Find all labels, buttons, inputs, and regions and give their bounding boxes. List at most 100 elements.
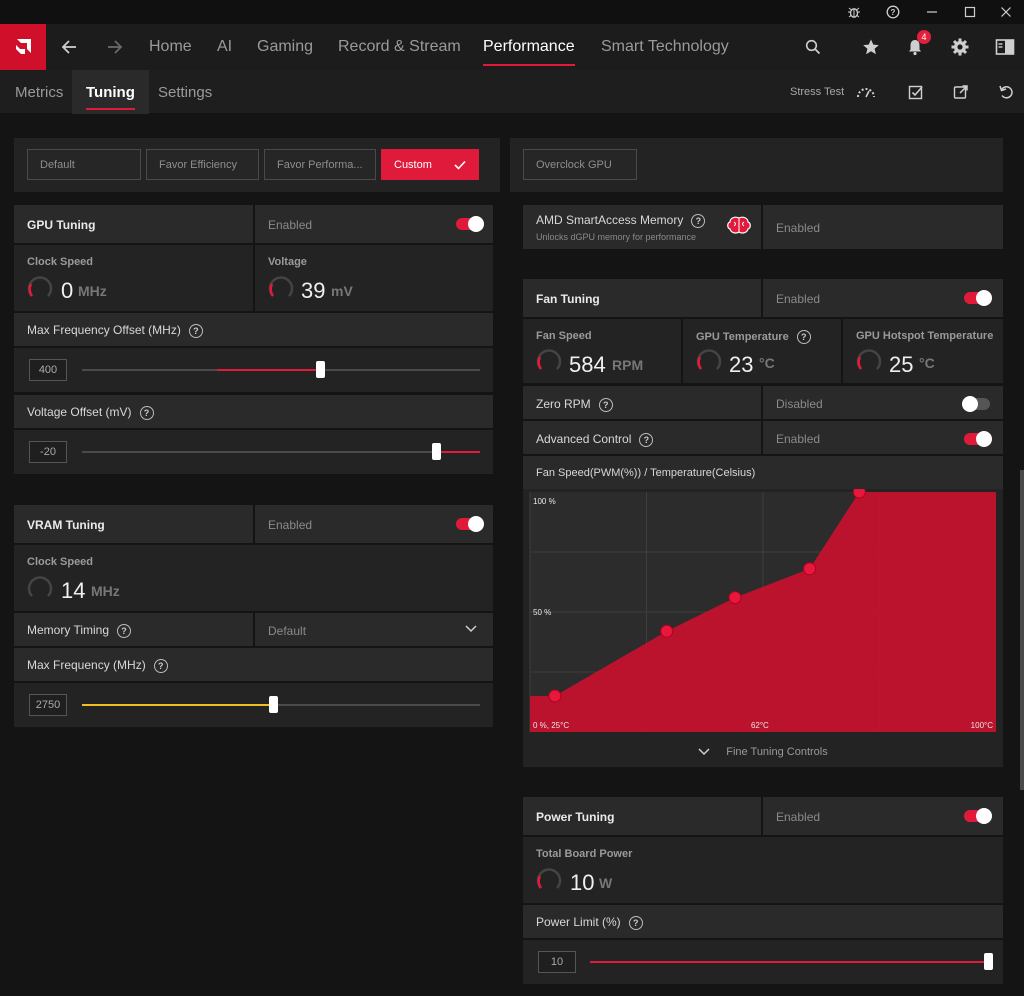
memory-timing-label: Memory Timing? [27, 623, 132, 638]
vram-max-frequency-value[interactable]: 2750 [29, 694, 67, 716]
stress-test-gauge-icon [857, 88, 876, 98]
power-tuning-title: Power Tuning [536, 810, 615, 824]
fan-curve-point[interactable] [852, 489, 866, 499]
vram-clock-speed-label: Clock Speed [27, 556, 94, 568]
max-frequency-offset-help-icon[interactable]: ? [188, 323, 203, 338]
apply-changes-icon[interactable] [906, 70, 926, 114]
nav-ai[interactable]: AI [217, 24, 232, 70]
memory-timing-value: Default [268, 624, 307, 638]
zero-rpm-toggle[interactable] [962, 396, 990, 412]
smartaccess-status: Enabled [776, 221, 821, 235]
memory-timing-help-icon[interactable]: ? [117, 623, 132, 638]
fan-speed-gauge-icon [536, 349, 562, 370]
export-profile-icon[interactable] [951, 70, 971, 114]
fan-curve-point[interactable] [803, 562, 817, 576]
power-limit-value[interactable]: 10 [538, 951, 576, 973]
advanced-control-help-icon[interactable]: ? [639, 432, 654, 447]
advanced-control-status: Enabled [776, 432, 821, 446]
vram-tuning-toggle[interactable] [456, 516, 484, 532]
fine-tuning-controls-button[interactable]: Fine Tuning Controls [523, 738, 1003, 766]
smartaccess-memory-title: AMD SmartAccess Memory? [536, 213, 706, 228]
power-tuning-toggle[interactable] [964, 808, 992, 824]
preset-favor-efficiency-button[interactable]: Favor Efficiency [146, 149, 259, 180]
vram-max-frequency-thumb[interactable] [268, 696, 278, 713]
voltage-offset-value[interactable]: -20 [29, 441, 67, 463]
fan-tuning-toggle[interactable] [964, 290, 992, 306]
power-limit-help-icon[interactable]: ? [628, 915, 643, 930]
smartaccess-help-icon[interactable]: ? [691, 213, 706, 228]
reset-icon[interactable] [996, 70, 1016, 114]
voltage-gauge-icon [268, 276, 294, 297]
window-scrollbar[interactable] [1020, 470, 1024, 790]
power-limit-thumb[interactable] [983, 953, 993, 970]
chevron-down-icon [465, 625, 477, 633]
fan-curve-point[interactable] [660, 624, 674, 638]
advanced-control-toggle[interactable] [964, 431, 992, 447]
nav-performance[interactable]: Performance [483, 24, 575, 70]
vram-clock-speed-value: 14 [61, 578, 86, 603]
gpu-temperature-unit: °C [759, 355, 775, 371]
vram-clock-speed-unit: MHz [91, 583, 120, 599]
total-board-power-unit: W [599, 875, 613, 891]
advanced-control-label: Advanced Control? [536, 432, 654, 447]
chart-y-label-top: 100 % [533, 497, 556, 506]
gpu-temperature-label: GPU Temperature? [696, 330, 811, 344]
gpu-tuning-title: GPU Tuning [27, 218, 96, 232]
bug-icon[interactable] [836, 0, 872, 24]
forward-arrow-icon[interactable] [106, 24, 124, 70]
chart-x-label-max: 100°C [971, 721, 994, 730]
gpu-hotspot-temperature-value: 25 [889, 352, 914, 377]
nav-smart-technology[interactable]: Smart Technology [601, 24, 729, 70]
fan-tuning-status: Enabled [776, 292, 821, 306]
gpu-clock-speed-value: 0 [61, 278, 74, 303]
favorites-star-icon[interactable] [859, 24, 883, 70]
voltage-offset-help-icon[interactable]: ? [139, 405, 154, 420]
fan-curve-chart[interactable]: 100 % 50 % 0 %, 25°C 62°C 100°C [523, 489, 1003, 735]
smartaccess-memory-subtitle: Unlocks dGPU memory for performance [536, 232, 697, 242]
vram-max-frequency-help-icon[interactable]: ? [153, 658, 168, 673]
svg-text:?: ? [891, 8, 896, 17]
nav-gaming[interactable]: Gaming [257, 24, 313, 70]
vram-clock-speed-cell [14, 545, 493, 611]
preset-custom-label: Custom [394, 158, 432, 171]
zero-rpm-status: Disabled [776, 397, 823, 411]
fan-curve-point[interactable] [728, 591, 742, 605]
gpu-temperature-value: 23 [729, 352, 754, 377]
chevron-down-icon [698, 748, 710, 756]
gpu-tuning-toggle[interactable] [456, 216, 484, 232]
tab-tuning[interactable]: Tuning [72, 70, 149, 114]
fan-curve-point[interactable] [548, 689, 562, 703]
sidebar-panel-icon[interactable] [993, 24, 1017, 70]
settings-gear-icon[interactable] [948, 24, 972, 70]
gpu-voltage-unit: mV [331, 283, 353, 299]
back-arrow-icon[interactable] [60, 24, 78, 70]
max-frequency-offset-thumb[interactable] [316, 361, 326, 378]
fan-tuning-title: Fan Tuning [536, 292, 600, 306]
overclock-gpu-button[interactable]: Overclock GPU [523, 149, 637, 180]
tab-metrics[interactable]: Metrics [15, 70, 63, 114]
checkmark-icon [454, 160, 466, 170]
max-frequency-offset-value[interactable]: 400 [29, 359, 67, 381]
notification-count-badge: 4 [917, 30, 931, 44]
search-icon[interactable] [802, 24, 824, 70]
close-icon[interactable] [988, 0, 1024, 24]
voltage-offset-thumb[interactable] [431, 443, 441, 460]
maximize-icon[interactable] [952, 0, 988, 24]
fan-speed-label: Fan Speed [536, 330, 592, 342]
tab-settings[interactable]: Settings [158, 70, 212, 114]
stress-test-button[interactable]: Stress Test [790, 70, 876, 114]
nav-home[interactable]: Home [149, 24, 192, 70]
nav-record-stream[interactable]: Record & Stream [338, 24, 461, 70]
amd-logo-icon[interactable] [0, 24, 46, 70]
zero-rpm-help-icon[interactable]: ? [598, 397, 613, 412]
help-icon[interactable]: ? [875, 0, 911, 24]
preset-custom-button[interactable]: Custom [381, 149, 479, 180]
power-limit-label: Power Limit (%)? [536, 915, 643, 930]
gpu-temperature-help-icon[interactable]: ? [796, 330, 811, 344]
zero-rpm-label: Zero RPM? [536, 397, 613, 412]
preset-favor-performance-button[interactable]: Favor Performa... [264, 149, 376, 180]
preset-default-button[interactable]: Default [27, 149, 141, 180]
minimize-icon[interactable] [914, 0, 950, 24]
voltage-offset-track[interactable] [82, 451, 480, 453]
voltage-offset-fill [436, 451, 480, 453]
